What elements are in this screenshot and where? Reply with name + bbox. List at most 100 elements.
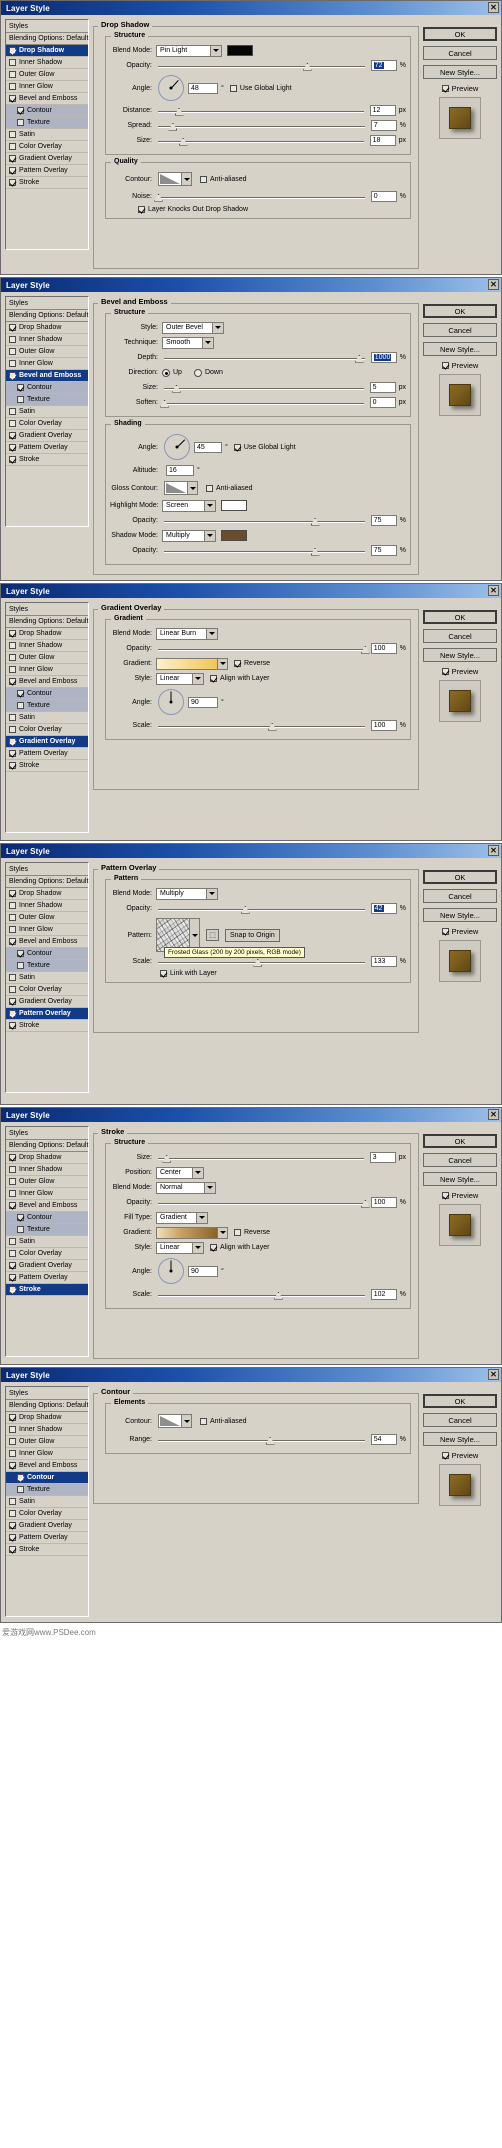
- sidebar-item-drop-shadow[interactable]: Drop Shadow: [6, 888, 88, 900]
- depth-input[interactable]: 1000: [370, 352, 397, 363]
- sidebar-item-blending-options[interactable]: Blending Options: Default: [6, 33, 88, 45]
- sidebar-item-drop-shadow[interactable]: Drop Shadow: [6, 322, 88, 334]
- sidebar-item-contour[interactable]: Contour: [6, 1212, 88, 1224]
- effect-checkbox[interactable]: [9, 974, 16, 981]
- chevron-down-icon[interactable]: [210, 45, 221, 56]
- sidebar-item-outer-glow[interactable]: Outer Glow: [6, 912, 88, 924]
- sidebar-item-pattern-overlay[interactable]: Pattern Overlay: [6, 442, 88, 454]
- direction-down-radio[interactable]: [193, 368, 202, 377]
- effect-checkbox[interactable]: [9, 1010, 16, 1017]
- anti-aliased[interactable]: Anti-aliased: [200, 175, 247, 183]
- effect-checkbox[interactable]: [17, 119, 24, 126]
- sidebar-item-inner-shadow[interactable]: Inner Shadow: [6, 900, 88, 912]
- sidebar-item-texture[interactable]: Texture: [6, 394, 88, 406]
- anti-aliased[interactable]: Anti-aliased: [200, 1417, 247, 1425]
- effect-checkbox[interactable]: [17, 962, 24, 969]
- effect-checkbox[interactable]: [9, 155, 16, 162]
- sidebar-item-outer-glow[interactable]: Outer Glow: [6, 346, 88, 358]
- style-select[interactable]: Outer Bevel: [162, 321, 224, 334]
- sidebar-item-stroke[interactable]: Stroke: [6, 177, 88, 189]
- sidebar-item-inner-shadow[interactable]: Inner Shadow: [6, 57, 88, 69]
- fill-type-select[interactable]: Gradient: [156, 1211, 208, 1224]
- sidebar-item-inner-glow[interactable]: Inner Glow: [6, 1448, 88, 1460]
- effect-checkbox[interactable]: [17, 690, 24, 697]
- sidebar-item-color-overlay[interactable]: Color Overlay: [6, 141, 88, 153]
- sidebar-item-color-overlay[interactable]: Color Overlay: [6, 418, 88, 430]
- scale-input[interactable]: 100: [370, 720, 397, 731]
- reverse-checkbox[interactable]: [234, 660, 241, 667]
- effect-checkbox[interactable]: [9, 1438, 16, 1445]
- reverse-checkbox[interactable]: [234, 1229, 241, 1236]
- effect-checkbox[interactable]: [17, 1214, 24, 1221]
- effect-checkbox[interactable]: [9, 642, 16, 649]
- size-input[interactable]: 18: [369, 135, 396, 146]
- effect-checkbox[interactable]: [9, 131, 16, 138]
- depth-slider[interactable]: [164, 353, 365, 363]
- sidebar-item-pattern-overlay[interactable]: Pattern Overlay: [6, 165, 88, 177]
- new-pattern-button[interactable]: ⬚: [206, 929, 219, 941]
- sidebar-item-color-overlay[interactable]: Color Overlay: [6, 1248, 88, 1260]
- sidebar-item-bevel-and-emboss[interactable]: Bevel and Emboss: [6, 936, 88, 948]
- link-with-layer-checkbox[interactable]: [160, 970, 167, 977]
- sidebar-item-stroke[interactable]: Stroke: [6, 1020, 88, 1032]
- highlight-mode-select[interactable]: Screen: [162, 499, 216, 512]
- sidebar-item-pattern-overlay[interactable]: Pattern Overlay: [6, 748, 88, 760]
- gloss-contour-picker[interactable]: [162, 481, 198, 495]
- sidebar-item-satin[interactable]: Satin: [6, 1496, 88, 1508]
- use-global-light[interactable]: Use Global Light: [233, 443, 296, 451]
- anti-aliased[interactable]: Anti-aliased: [206, 484, 253, 492]
- effect-checkbox[interactable]: [9, 444, 16, 451]
- close-icon[interactable]: ✕: [488, 279, 499, 290]
- size-slider[interactable]: [158, 1153, 364, 1163]
- highlight-opacity-input[interactable]: 75: [370, 515, 397, 526]
- effect-checkbox[interactable]: [17, 950, 24, 957]
- effect-checkbox[interactable]: [9, 1238, 16, 1245]
- angle-dial[interactable]: [158, 75, 184, 101]
- sidebar-item-inner-shadow[interactable]: Inner Shadow: [6, 640, 88, 652]
- close-icon[interactable]: ✕: [488, 1369, 499, 1380]
- sidebar-item-texture[interactable]: Texture: [6, 960, 88, 972]
- sidebar-item-bevel-and-emboss[interactable]: Bevel and Emboss: [6, 676, 88, 688]
- effect-checkbox[interactable]: [9, 654, 16, 661]
- effect-checkbox[interactable]: [9, 914, 16, 921]
- use-global-light-checkbox[interactable]: [233, 443, 241, 451]
- size-input[interactable]: 5: [369, 382, 396, 393]
- effect-checkbox[interactable]: [9, 47, 16, 54]
- sidebar-item-gradient-overlay[interactable]: Gradient Overlay: [6, 1260, 88, 1272]
- effect-checkbox[interactable]: [17, 1474, 24, 1481]
- effect-checkbox[interactable]: [17, 384, 24, 391]
- range-slider[interactable]: [158, 1435, 365, 1445]
- sidebar-item-blending-options[interactable]: Blending Options: Default: [6, 876, 88, 888]
- sidebar-item-pattern-overlay[interactable]: Pattern Overlay: [6, 1532, 88, 1544]
- direction-up-radio[interactable]: [162, 368, 170, 377]
- sidebar-item-satin[interactable]: Satin: [6, 129, 88, 141]
- sidebar-item-inner-shadow[interactable]: Inner Shadow: [6, 334, 88, 346]
- effect-checkbox[interactable]: [9, 1510, 16, 1517]
- preview-toggle[interactable]: Preview: [423, 84, 497, 93]
- effect-checkbox[interactable]: [9, 714, 16, 721]
- preview-toggle[interactable]: Preview: [423, 1451, 497, 1460]
- gradient-preview[interactable]: [156, 1226, 218, 1239]
- effect-checkbox[interactable]: [9, 1522, 16, 1529]
- sidebar-item-texture[interactable]: Texture: [6, 1224, 88, 1236]
- sidebar-item-stroke[interactable]: Stroke: [6, 1544, 88, 1556]
- sidebar-item-contour[interactable]: Contour: [6, 382, 88, 394]
- sidebar-item-inner-glow[interactable]: Inner Glow: [6, 1188, 88, 1200]
- effect-checkbox[interactable]: [9, 420, 16, 427]
- align-with-layer[interactable]: Align with Layer: [210, 675, 269, 682]
- sidebar-item-stroke[interactable]: Stroke: [6, 454, 88, 466]
- anti-aliased-checkbox[interactable]: [206, 484, 213, 492]
- contour-picker[interactable]: [156, 1414, 192, 1428]
- effect-checkbox[interactable]: [9, 59, 16, 66]
- shadow-opacity-slider[interactable]: [164, 546, 365, 556]
- opacity-slider[interactable]: [158, 644, 370, 654]
- sidebar-item-drop-shadow[interactable]: Drop Shadow: [6, 1152, 88, 1164]
- sidebar-item-bevel-and-emboss[interactable]: Bevel and Emboss: [6, 1460, 88, 1472]
- sidebar-item-pattern-overlay[interactable]: Pattern Overlay: [6, 1008, 88, 1020]
- chevron-down-icon[interactable]: [206, 888, 217, 899]
- sidebar-item-blending-options[interactable]: Blending Options: Default: [6, 1140, 88, 1152]
- sidebar-item-blending-options[interactable]: Blending Options: Default: [6, 616, 88, 628]
- sidebar-item-bevel-and-emboss[interactable]: Bevel and Emboss: [6, 1200, 88, 1212]
- cancel-button[interactable]: Cancel: [423, 46, 497, 60]
- sidebar-item-contour[interactable]: Contour: [6, 1472, 88, 1484]
